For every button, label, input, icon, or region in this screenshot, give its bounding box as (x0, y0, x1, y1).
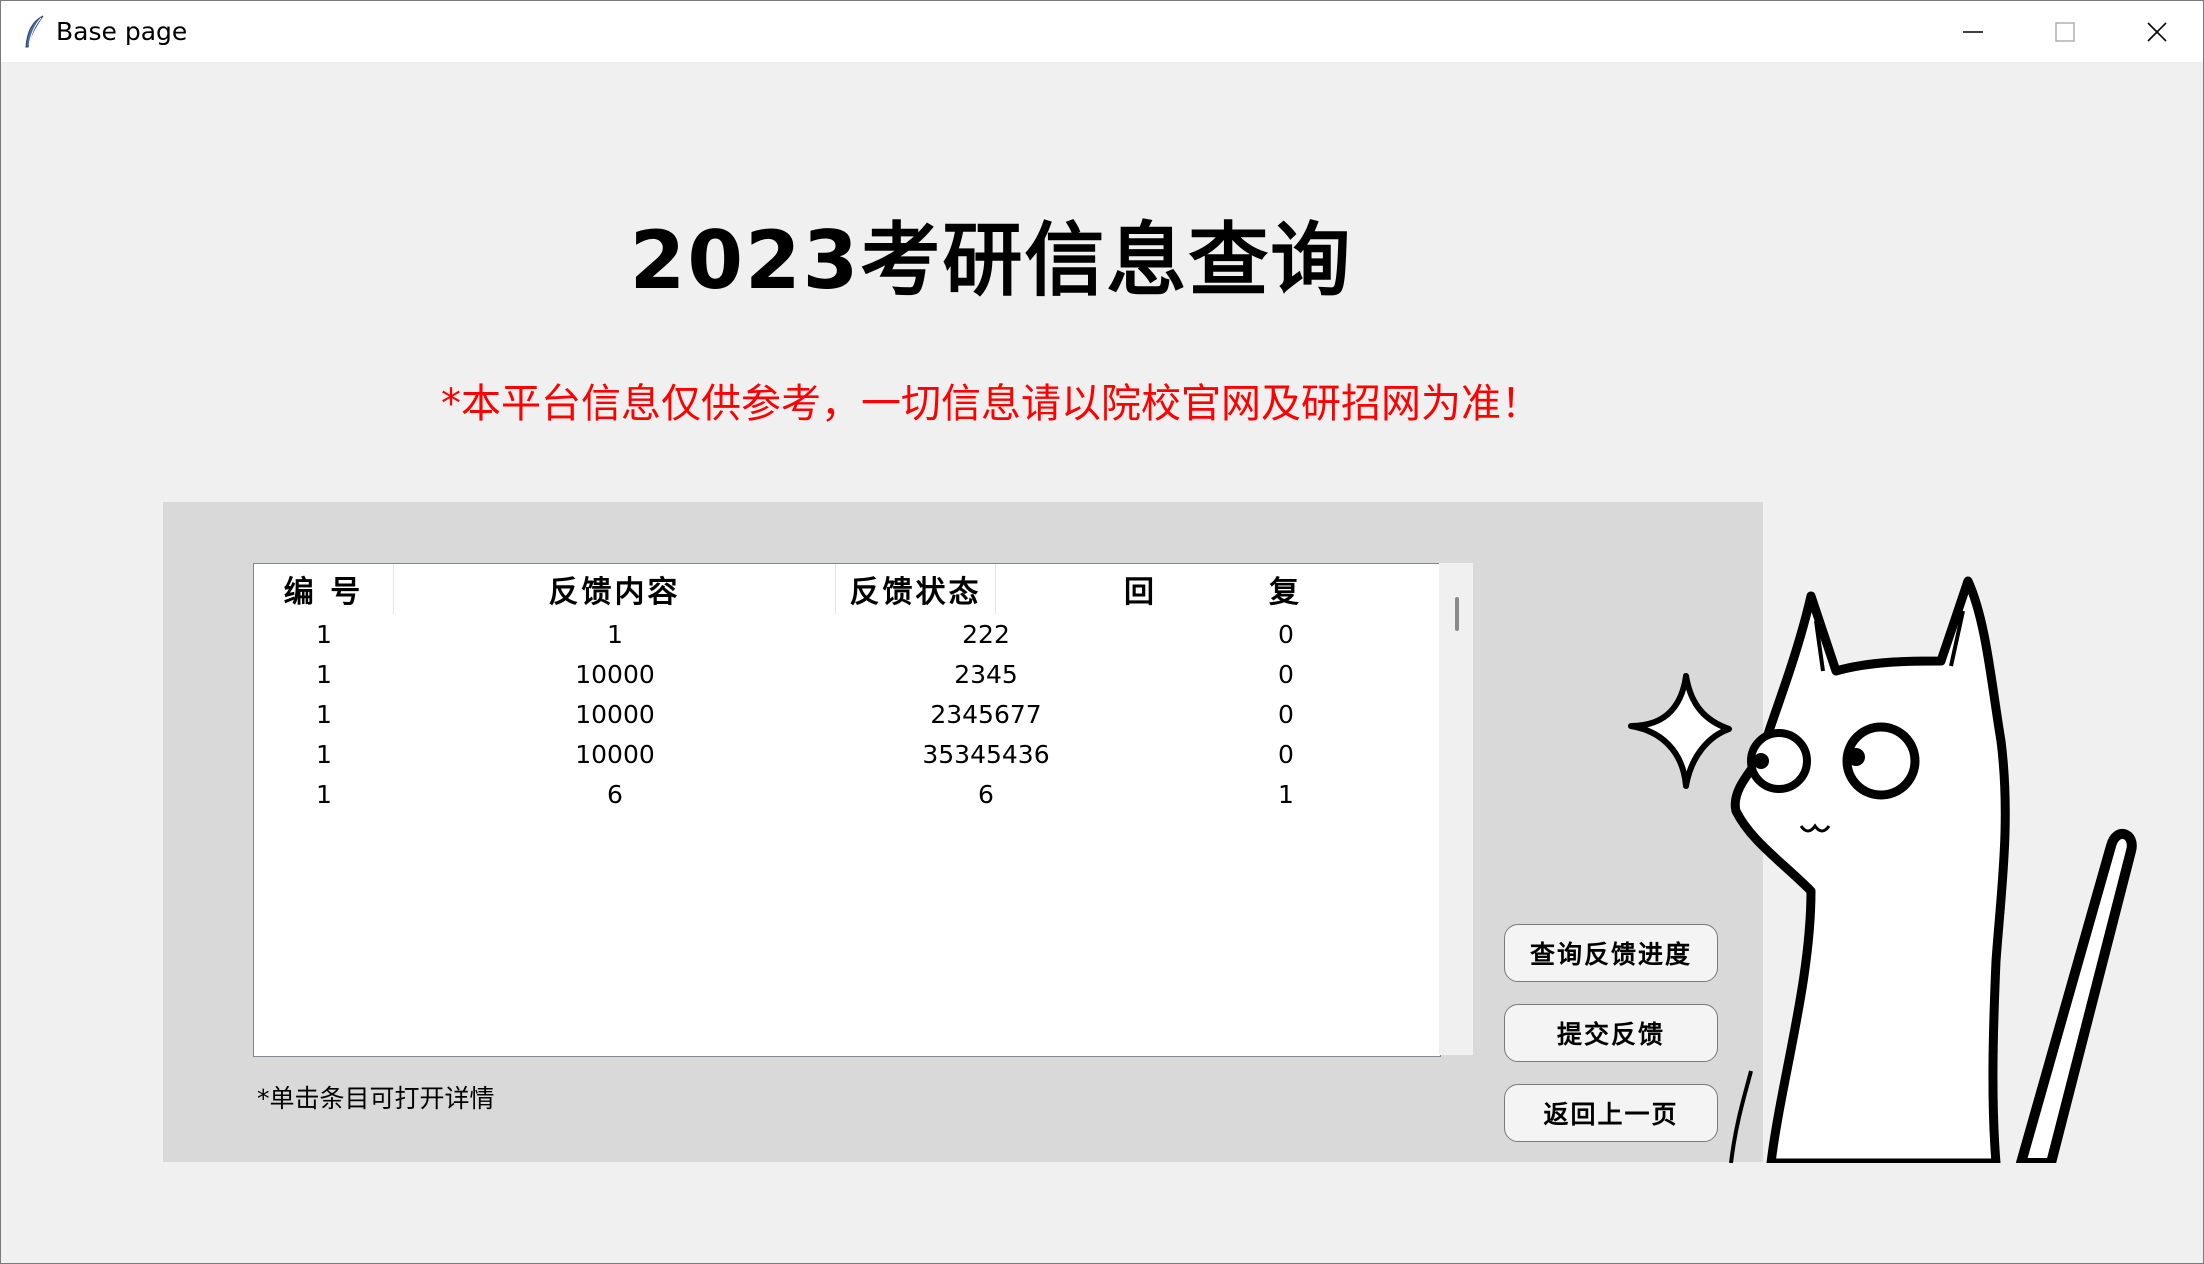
column-header-reply-part2: 复 (1269, 575, 1302, 610)
maximize-button[interactable] (2019, 1, 2111, 62)
table-hint: *单击条目可打开详情 (257, 1084, 495, 1113)
minimize-button[interactable] (1927, 1, 2019, 62)
scrollbar-thumb[interactable] (1455, 597, 1459, 631)
cell-id: 1 (316, 739, 332, 769)
table-row[interactable]: 1 1 222 0 (254, 614, 1440, 654)
cell-id: 1 (316, 699, 332, 729)
minimize-icon (1963, 30, 1983, 33)
maximize-icon (2055, 21, 2075, 42)
cell-reply: 0 (1278, 699, 1294, 729)
column-header-reply[interactable]: 回 复 (996, 564, 1299, 614)
cell-content: 10000 (575, 659, 655, 689)
table-row[interactable]: 1 10000 2345 0 (254, 654, 1440, 694)
cell-reply: 0 (1278, 659, 1294, 689)
cell-status: 2345677 (930, 699, 1042, 729)
feedback-table[interactable]: 编 号 反馈内容 反馈状态 回 复 1 1 222 0 1 10000 2345… (253, 563, 1441, 1057)
table-row[interactable]: 1 10000 2345677 0 (254, 694, 1440, 734)
table-row[interactable]: 1 6 6 1 (254, 774, 1440, 814)
table-header: 编 号 反馈内容 反馈状态 回 复 (254, 564, 1440, 614)
cell-reply: 1 (1278, 779, 1294, 809)
cell-content: 6 (607, 779, 623, 809)
cell-id: 1 (316, 619, 332, 649)
cell-id: 1 (316, 659, 332, 689)
cell-status: 6 (978, 779, 994, 809)
cell-status: 35345436 (922, 739, 1050, 769)
title-bar[interactable]: Base page (1, 1, 2203, 62)
close-button[interactable] (2111, 1, 2203, 62)
app-window: Base page 2023考研信息查询 *本平台信息仅供参考，一切信息请以院校… (0, 0, 2204, 1264)
cell-content: 10000 (575, 739, 655, 769)
feather-icon (25, 15, 44, 48)
table-scrollbar[interactable] (1439, 563, 1473, 1055)
window-title: Base page (56, 17, 188, 46)
table-row[interactable]: 1 10000 35345436 0 (254, 734, 1440, 774)
close-icon (2147, 21, 2167, 42)
column-header-reply-part1: 回 (1124, 575, 1157, 610)
cell-status: 222 (962, 619, 1010, 649)
cat-illustration (1628, 576, 2137, 1163)
cell-content: 10000 (575, 699, 655, 729)
cell-id: 1 (316, 779, 332, 809)
disclaimer-notice: *本平台信息仅供参考，一切信息请以院校官网及研招网为准！ (441, 381, 1541, 427)
column-header-status[interactable]: 反馈状态 (836, 564, 996, 614)
column-header-id[interactable]: 编 号 (254, 564, 394, 614)
column-header-content[interactable]: 反馈内容 (394, 564, 836, 614)
cell-reply: 0 (1278, 739, 1294, 769)
cell-status: 2345 (954, 659, 1018, 689)
page-title: 2023考研信息查询 (629, 214, 1353, 307)
cell-reply: 0 (1278, 619, 1294, 649)
cell-content: 1 (607, 619, 623, 649)
